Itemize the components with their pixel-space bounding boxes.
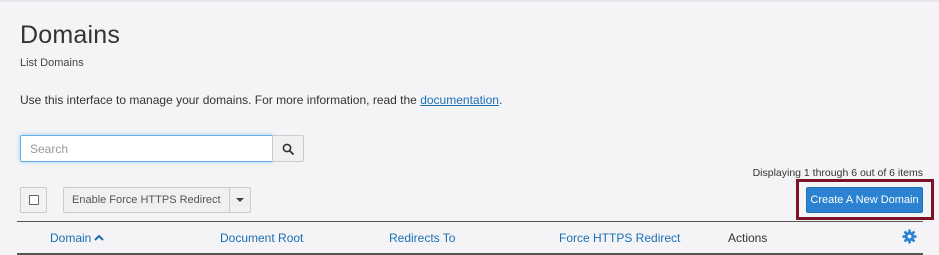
intro-text-body: Use this interface to manage your domain… [20, 93, 421, 107]
column-header-domain[interactable]: Domain [50, 231, 105, 245]
column-header-label: Domain [50, 231, 92, 245]
sort-ascending-icon [94, 234, 105, 242]
page-subtitle: List Domains [20, 57, 84, 69]
documentation-link[interactable]: documentation [420, 93, 499, 107]
caret-down-icon [235, 198, 244, 202]
column-header-force-https[interactable]: Force HTTPS Redirect [559, 231, 680, 245]
search-icon [282, 143, 294, 155]
column-header-redirects-to[interactable]: Redirects To [389, 231, 455, 245]
search-button[interactable] [272, 135, 304, 162]
force-https-button-group: Enable Force HTTPS Redirect [63, 187, 251, 213]
force-https-dropdown-toggle[interactable] [228, 187, 251, 213]
domains-page: Domains List Domains Use this interface … [0, 0, 939, 255]
top-divider [0, 0, 939, 2]
table-header: Domain Document Root Redirects To Force … [17, 221, 923, 255]
create-domain-button[interactable]: Create A New Domain [806, 187, 923, 213]
column-header-actions: Actions [728, 231, 768, 245]
gear-icon[interactable] [902, 229, 917, 244]
search-input[interactable] [20, 135, 273, 162]
search-group [20, 135, 304, 162]
display-count: Displaying 1 through 6 out of 6 items [752, 167, 923, 179]
select-all-checkbox[interactable] [28, 195, 39, 205]
intro-text-end: . [498, 93, 503, 107]
select-all-checkbox-button[interactable] [20, 187, 47, 213]
column-header-document-root[interactable]: Document Root [220, 231, 303, 245]
enable-force-https-button[interactable]: Enable Force HTTPS Redirect [63, 187, 230, 213]
page-title: Domains [20, 21, 121, 49]
intro-text: Use this interface to manage your domain… [20, 93, 502, 107]
